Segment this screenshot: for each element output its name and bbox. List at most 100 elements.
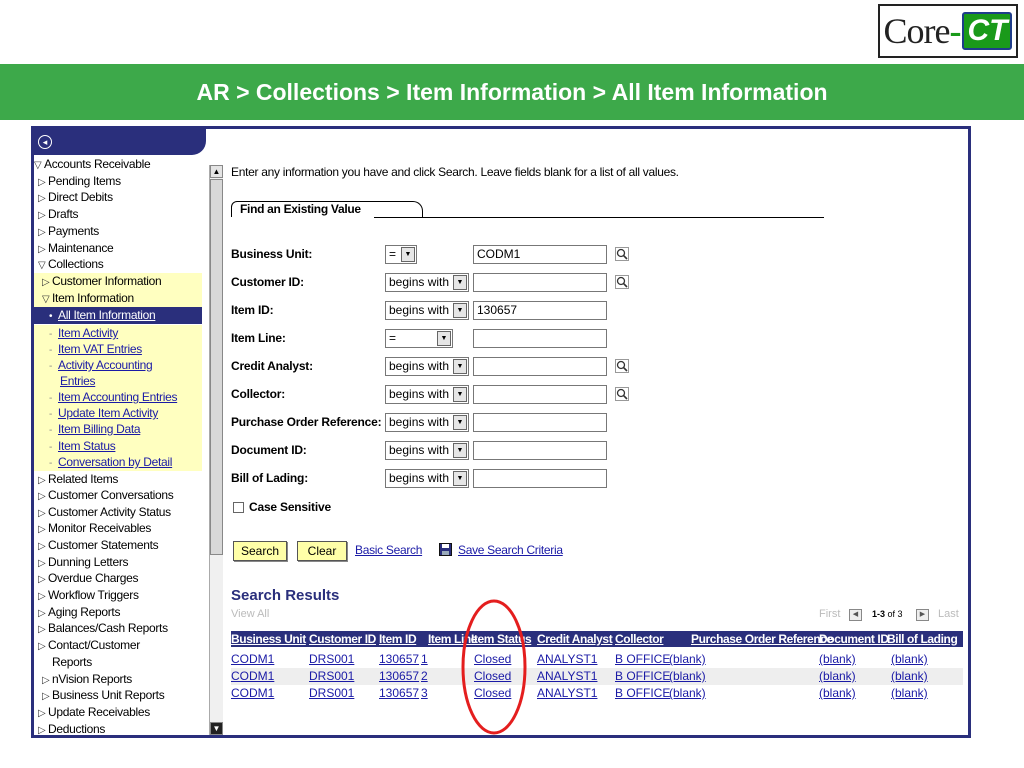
item-id-input[interactable]: 130657 [473, 301, 607, 320]
chevron-down-icon[interactable]: ▼ [453, 303, 467, 318]
nav-item-customer-statements[interactable]: ▷ Customer Statements [34, 537, 202, 554]
cell-link[interactable]: 130657 [379, 652, 419, 666]
nav-item-label[interactable]: All Item Information [58, 308, 156, 322]
document-id-input[interactable] [473, 441, 607, 460]
nav-item-item-status[interactable]: - Item Status [34, 438, 202, 455]
cell-link[interactable]: ANALYST1 [537, 652, 597, 666]
nav-item-monitor-receivables[interactable]: ▷ Monitor Receivables [34, 520, 202, 537]
nav-item-nvision-reports[interactable]: ▷ nVision Reports [34, 671, 202, 688]
nav-item-payments[interactable]: ▷ Payments [34, 223, 202, 240]
clear-button[interactable]: Clear [297, 541, 347, 561]
column-header-customer-id[interactable]: Customer ID [309, 631, 376, 647]
cell-link[interactable]: (blank) [669, 652, 706, 666]
column-header-bill-of-lading[interactable]: Bill of Lading [887, 631, 958, 647]
lookup-magnifier-icon[interactable] [615, 387, 629, 401]
cell-link[interactable]: CODM1 [231, 652, 274, 666]
lookup-magnifier-icon[interactable] [615, 275, 629, 289]
cell-link[interactable]: (blank) [669, 686, 706, 700]
cell-link[interactable]: 2 [421, 669, 428, 683]
cell-link[interactable]: (blank) [819, 652, 856, 666]
nav-item-label[interactable]: Item VAT Entries [58, 342, 142, 356]
cell-link[interactable]: DRS001 [309, 652, 354, 666]
view-all-link[interactable]: View All [231, 608, 269, 620]
chevron-down-icon[interactable]: ▼ [453, 275, 467, 290]
cell-link[interactable]: ANALYST1 [537, 669, 597, 683]
case-sensitive-checkbox[interactable] [233, 502, 244, 513]
nav-item-conversation-by-detail[interactable]: - Conversation by Detail [34, 454, 202, 471]
nav-item-update-receivables[interactable]: ▷ Update Receivables [34, 704, 202, 721]
nav-item-label[interactable]: Item Activity [58, 326, 118, 340]
credit-analyst-input[interactable] [473, 357, 607, 376]
save-search-criteria-link[interactable]: Save Search Criteria [458, 543, 563, 557]
column-header-collector[interactable]: Collector [615, 631, 664, 647]
collapse-menu-icon[interactable]: ◂ [38, 135, 52, 149]
nav-item-item-information[interactable]: ▽ Item Information [34, 290, 202, 307]
nav-item-dunning-letters[interactable]: ▷ Dunning Letters [34, 554, 202, 571]
nav-item-accounts-receivable[interactable]: ▽ Accounts Receivable [34, 156, 202, 173]
cell-link[interactable]: (blank) [891, 652, 928, 666]
scroll-thumb[interactable] [210, 179, 223, 555]
column-header-document-id[interactable]: Document ID [819, 631, 889, 647]
search-button[interactable]: Search [233, 541, 287, 561]
cell-link[interactable]: ANALYST1 [537, 686, 597, 700]
nav-item-entries[interactable]: Entries [34, 373, 202, 390]
document-id-operator-select[interactable]: begins with ▼ [385, 441, 469, 460]
cell-link[interactable]: (blank) [891, 686, 928, 700]
nav-item-workflow-triggers[interactable]: ▷ Workflow Triggers [34, 587, 202, 604]
item-id-operator-select[interactable]: begins with ▼ [385, 301, 469, 320]
purchase-order-reference-input[interactable] [473, 413, 607, 432]
nav-item-label[interactable]: Item Status [58, 439, 116, 453]
bill-of-lading-operator-select[interactable]: begins with ▼ [385, 469, 469, 488]
cell-link[interactable]: (blank) [669, 669, 706, 683]
nav-item-customer-information[interactable]: ▷ Customer Information [34, 273, 202, 290]
collector-operator-select[interactable]: begins with ▼ [385, 385, 469, 404]
last-link[interactable]: Last [938, 608, 959, 620]
cell-link[interactable]: (blank) [819, 686, 856, 700]
cell-link[interactable]: (blank) [891, 669, 928, 683]
chevron-down-icon[interactable]: ▼ [453, 359, 467, 374]
lookup-magnifier-icon[interactable] [615, 247, 629, 261]
collector-input[interactable] [473, 385, 607, 404]
customer-id-operator-select[interactable]: begins with ▼ [385, 273, 469, 292]
nav-item-item-activity[interactable]: - Item Activity [34, 325, 202, 342]
column-header-credit-analyst[interactable]: Credit Analyst [537, 631, 613, 647]
business-unit-input[interactable]: CODM1 [473, 245, 607, 264]
nav-item-customer-activity-status[interactable]: ▷ Customer Activity Status [34, 504, 202, 521]
nav-item-aging-reports[interactable]: ▷ Aging Reports [34, 604, 202, 621]
scroll-down-icon[interactable]: ▼ [210, 722, 223, 735]
chevron-down-icon[interactable]: ▼ [401, 247, 415, 262]
column-header-purchase-order-reference[interactable]: Purchase Order Reference [691, 631, 833, 647]
first-link[interactable]: First [819, 608, 840, 620]
column-header-business-unit[interactable]: Business Unit [231, 631, 306, 647]
nav-item-item-vat-entries[interactable]: - Item VAT Entries [34, 341, 202, 358]
customer-id-input[interactable] [473, 273, 607, 292]
chevron-down-icon[interactable]: ▼ [453, 415, 467, 430]
nav-scrollbar[interactable]: ▲ ▼ [209, 165, 223, 735]
chevron-down-icon[interactable]: ▼ [453, 443, 467, 458]
nav-item-all-item-information[interactable]: • All Item Information [34, 307, 202, 324]
purchase-order-reference-operator-select[interactable]: begins with ▼ [385, 413, 469, 432]
cell-link[interactable]: (blank) [819, 669, 856, 683]
chevron-down-icon[interactable]: ▼ [437, 331, 451, 346]
nav-item-maintenance[interactable]: ▷ Maintenance [34, 240, 202, 257]
column-header-item-id[interactable]: Item ID [379, 631, 417, 647]
nav-item-label[interactable]: Item Billing Data [58, 422, 141, 436]
nav-item-direct-debits[interactable]: ▷ Direct Debits [34, 189, 202, 206]
previous-page-icon[interactable]: ◀ [849, 609, 862, 621]
cell-link[interactable]: B OFFICE [615, 686, 670, 700]
cell-link[interactable]: 3 [421, 686, 428, 700]
scroll-up-icon[interactable]: ▲ [210, 165, 223, 178]
credit-analyst-operator-select[interactable]: begins with ▼ [385, 357, 469, 376]
nav-item-contact-customer[interactable]: ▷ Contact/Customer [34, 637, 202, 654]
save-icon[interactable] [439, 543, 452, 556]
nav-item-label[interactable]: Update Item Activity [58, 406, 158, 420]
cell-link[interactable]: CODM1 [231, 669, 274, 683]
cell-link[interactable]: B OFFICE [615, 669, 670, 683]
nav-item-overdue-charges[interactable]: ▷ Overdue Charges [34, 570, 202, 587]
nav-item-reports[interactable]: Reports [34, 654, 202, 671]
nav-item-business-unit-reports[interactable]: ▷ Business Unit Reports [34, 687, 202, 704]
nav-item-deductions[interactable]: ▷ Deductions [34, 721, 202, 735]
cell-link[interactable]: B OFFICE [615, 652, 670, 666]
basic-search-link[interactable]: Basic Search [355, 543, 422, 557]
nav-item-label[interactable]: Entries [60, 374, 96, 388]
